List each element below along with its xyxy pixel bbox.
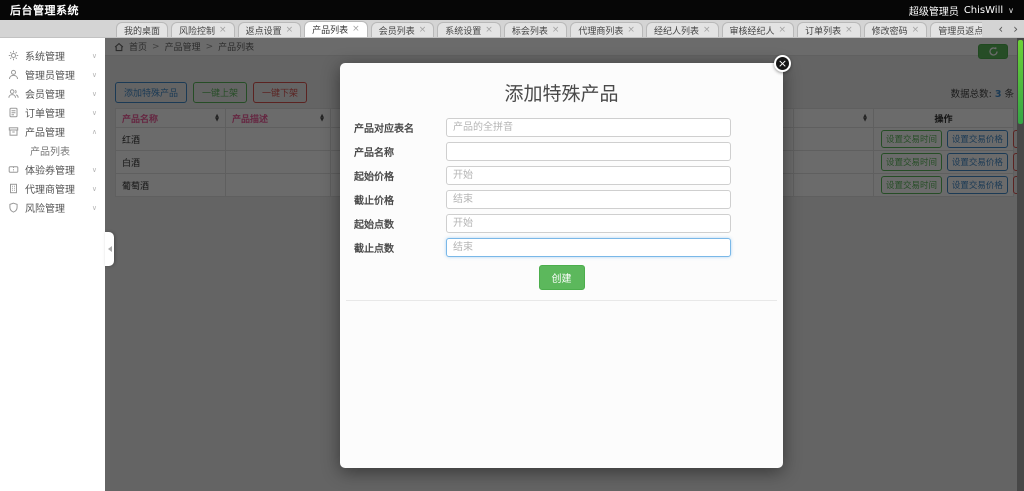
form-row: 起始点数 [354, 214, 731, 233]
close-icon[interactable]: × [219, 26, 227, 35]
form-row: 截止点数 [354, 238, 731, 257]
close-icon[interactable]: × [419, 26, 427, 35]
tab-bid-list[interactable]: 标会列表× [504, 22, 568, 37]
product-name-input[interactable] [446, 142, 731, 161]
close-icon[interactable]: × [485, 26, 493, 35]
body: 系统管理 ∨ 管理员管理 ∨ 会员管理 ∨ 订单管理 ∨ 产品管理 ∧ 产品列表 [0, 38, 1024, 491]
close-icon[interactable]: × [352, 25, 360, 34]
tabbar: 我的桌面 风险控制× 返点设置× 产品列表× 会员列表× 系统设置× 标会列表×… [0, 20, 1024, 38]
sidebar-item-agent[interactable]: 代理商管理 ∨ [0, 179, 105, 198]
tab-agent-list[interactable]: 代理商列表× [570, 22, 643, 37]
tab-order-list[interactable]: 订单列表× [797, 22, 861, 37]
app-title: 后台管理系统 [10, 2, 79, 18]
close-icon[interactable]: × [703, 26, 711, 35]
field-label-start-price: 起始价格 [354, 168, 446, 183]
chevron-down-icon: ∨ [92, 166, 97, 174]
topbar: 后台管理系统 超级管理员 ChisWill ∨ [0, 0, 1024, 20]
product-icon [8, 126, 19, 137]
sidebar-item-product[interactable]: 产品管理 ∧ [0, 122, 105, 141]
sidebar-collapse-handle[interactable] [105, 232, 114, 266]
tab-change-password[interactable]: 修改密码× [864, 22, 928, 37]
end-points-input[interactable] [446, 238, 731, 257]
sidebar-item-risk[interactable]: 风险管理 ∨ [0, 198, 105, 217]
chevron-down-icon: ∨ [92, 185, 97, 193]
tab-admin-rebate-log[interactable]: 管理员返点记录列表× [930, 22, 982, 37]
tab-system-settings[interactable]: 系统设置× [437, 22, 501, 37]
tab-member-list[interactable]: 会员列表× [371, 22, 435, 37]
agent-icon [8, 183, 19, 194]
order-icon [8, 107, 19, 118]
risk-icon [8, 202, 19, 213]
field-label-product-name: 产品名称 [354, 144, 446, 159]
sidebar-item-admin[interactable]: 管理员管理 ∨ [0, 65, 105, 84]
tab-broker-list[interactable]: 经纪人列表× [646, 22, 719, 37]
create-button[interactable]: 创建 [539, 265, 585, 290]
end-price-input[interactable] [446, 190, 731, 209]
start-points-input[interactable] [446, 214, 731, 233]
chevron-up-icon: ∧ [92, 128, 97, 136]
close-icon[interactable]: × [845, 26, 853, 35]
admin-icon [8, 69, 19, 80]
field-label-table-name: 产品对应表名 [354, 120, 446, 135]
user-menu[interactable]: 超级管理员 ChisWill ∨ [909, 3, 1014, 18]
form-row: 产品对应表名 [354, 118, 731, 137]
chevron-down-icon: ∨ [92, 71, 97, 79]
field-label-start-points: 起始点数 [354, 216, 446, 231]
chevron-down-icon: ∨ [92, 109, 97, 117]
modal-title: 添加特殊产品 [340, 83, 783, 105]
ticket-icon [8, 164, 19, 175]
tab-scroll-right-icon[interactable]: › [1013, 22, 1018, 36]
sidebar-item-member[interactable]: 会员管理 ∨ [0, 84, 105, 103]
sidebar-item-order[interactable]: 订单管理 ∨ [0, 103, 105, 122]
user-name: ChisWill [964, 5, 1003, 16]
gear-icon [8, 50, 19, 61]
scrollbar-track[interactable] [1017, 38, 1024, 491]
chevron-down-icon: ∨ [92, 52, 97, 60]
modal-form: 产品对应表名 产品名称 起始价格 截止价格 起始点数 截止点数 [340, 118, 783, 301]
tab-rebate-settings[interactable]: 返点设置× [238, 22, 302, 37]
close-icon[interactable]: × [286, 26, 294, 35]
add-special-product-modal: × 添加特殊产品 产品对应表名 产品名称 起始价格 截止价格 起始点数 [340, 63, 783, 468]
close-icon[interactable]: × [912, 26, 920, 35]
form-actions: 创建 [340, 265, 783, 290]
user-role: 超级管理员 [909, 3, 959, 18]
tab-my-desktop[interactable]: 我的桌面 [116, 22, 168, 37]
form-row: 截止价格 [354, 190, 731, 209]
table-name-input[interactable] [446, 118, 731, 137]
divider [346, 300, 777, 301]
sidebar: 系统管理 ∨ 管理员管理 ∨ 会员管理 ∨ 订单管理 ∨ 产品管理 ∧ 产品列表 [0, 38, 105, 491]
sidebar-item-product-list[interactable]: 产品列表 [0, 141, 105, 160]
member-icon [8, 88, 19, 99]
chevron-down-icon: ∨ [1008, 6, 1014, 15]
tab-risk-control[interactable]: 风险控制× [171, 22, 235, 37]
tab-product-list[interactable]: 产品列表× [304, 21, 368, 37]
tab-scroll-left-icon[interactable]: ‹ [998, 22, 1003, 36]
close-icon[interactable]: × [774, 55, 791, 72]
tab-strip: 我的桌面 风险控制× 返点设置× 产品列表× 会员列表× 系统设置× 标会列表×… [116, 21, 982, 37]
scrollbar-thumb[interactable] [1018, 40, 1023, 124]
sidebar-item-ticket[interactable]: 体验券管理 ∨ [0, 160, 105, 179]
start-price-input[interactable] [446, 166, 731, 185]
chevron-down-icon: ∨ [92, 204, 97, 212]
form-row: 起始价格 [354, 166, 731, 185]
close-icon[interactable]: × [779, 26, 787, 35]
close-icon[interactable]: × [627, 26, 635, 35]
chevron-left-icon [108, 246, 112, 252]
field-label-end-price: 截止价格 [354, 192, 446, 207]
form-row: 产品名称 [354, 142, 731, 161]
close-icon[interactable]: × [552, 26, 560, 35]
field-label-end-points: 截止点数 [354, 240, 446, 255]
tab-broker-review[interactable]: 审核经纪人× [722, 22, 795, 37]
tab-scroll-arrows: ‹ › [998, 22, 1018, 36]
sidebar-item-system[interactable]: 系统管理 ∨ [0, 46, 105, 65]
chevron-down-icon: ∨ [92, 90, 97, 98]
